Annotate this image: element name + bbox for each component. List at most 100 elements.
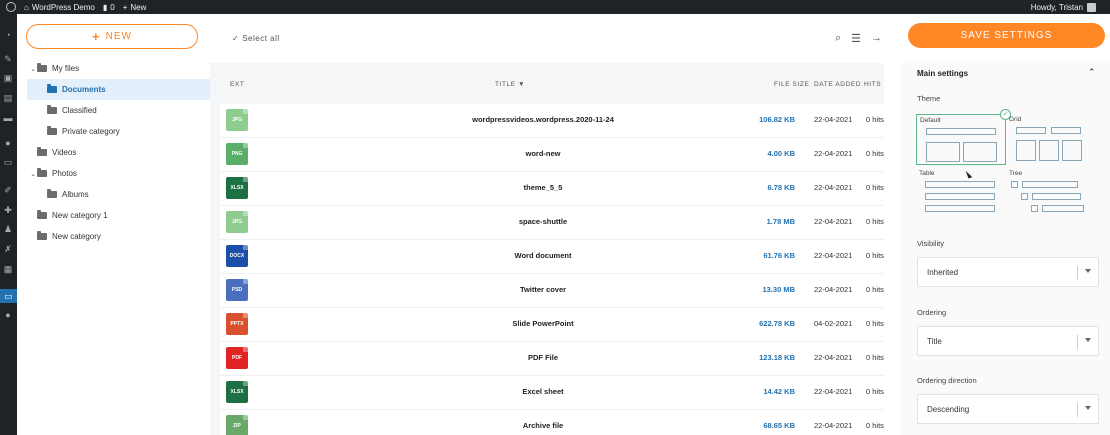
folder-icon[interactable]: ▭ — [3, 157, 13, 167]
file-title: Twitter cover — [519, 285, 567, 294]
user-account-menu[interactable]: Howdy, Tristan — [1031, 0, 1096, 14]
folder-icon — [37, 63, 47, 72]
tree-item[interactable]: ⌄ Photos — [27, 163, 213, 184]
theme-tree[interactable]: Tree — [1006, 168, 1096, 219]
chevron-up-icon[interactable]: ⌃ — [1088, 67, 1096, 78]
table-row[interactable]: JPG space-shuttle 1.78 MB 22-04-2021 0 hits — [220, 206, 884, 240]
pages-icon[interactable]: ▤ — [3, 93, 13, 103]
theme-table[interactable]: Table — [916, 168, 1006, 219]
table-row[interactable]: ZIP Archive file 68.65 KB 22-04-2021 0 hits — [220, 410, 884, 435]
file-type-icon: PSD — [226, 279, 248, 301]
tree-item[interactable]: Classified — [27, 100, 213, 121]
woocommerce-icon[interactable]: ● — [3, 138, 13, 148]
theme-grid-preview-cell-3 — [1062, 140, 1082, 161]
chevron-down-icon[interactable]: ⌄ — [29, 65, 37, 73]
save-settings-button[interactable]: SAVE SETTINGS — [908, 23, 1105, 48]
tree-item[interactable]: Albums — [27, 184, 213, 205]
visibility-select[interactable]: Inherited — [917, 257, 1099, 287]
tools-icon[interactable]: ✗ — [3, 244, 13, 254]
admin-bar: ⌂ WordPress Demo ▮ 0 + New Howdy, Trista… — [0, 0, 1110, 14]
file-hits: 0 hits — [866, 319, 884, 328]
table-row[interactable]: PSD Twitter cover 13.30 MB 22-04-2021 0 hits — [220, 274, 884, 308]
table-row[interactable]: XLSX Excel sheet 14.42 KB 22-04-2021 0 hits — [220, 376, 884, 410]
arrow-right-icon[interactable]: → — [871, 32, 882, 45]
column-hits[interactable]: HITS — [864, 81, 881, 88]
file-type-icon: XLSX — [226, 381, 248, 403]
plugins-icon[interactable]: ✚ — [3, 205, 13, 215]
file-date: 22-04-2021 — [814, 387, 853, 396]
table-row[interactable]: XLSX theme_5_5 6.78 KB 22-04-2021 0 hits — [220, 172, 884, 206]
file-hits: 0 hits — [866, 183, 884, 192]
file-hits: 0 hits — [866, 149, 884, 158]
avatar — [1087, 2, 1096, 12]
theme-grid-preview-bar-2 — [1051, 127, 1081, 134]
table-row[interactable]: PNG word-new 4.00 KB 22-04-2021 0 hits — [220, 138, 884, 172]
wordpress-logo-icon[interactable] — [6, 2, 16, 12]
appearance-icon[interactable]: ✐ — [3, 185, 13, 195]
settings-icon[interactable]: ▦ — [3, 264, 13, 274]
tree-item-label: New category — [52, 232, 101, 241]
theme-table-preview-row-1 — [925, 181, 995, 188]
select-divider — [1077, 266, 1078, 280]
search-icon[interactable]: ⌕ — [835, 32, 841, 45]
theme-default-preview-bar — [926, 128, 996, 135]
theme-grid[interactable]: Grid — [1006, 114, 1096, 165]
chevron-down-icon[interactable]: ⌄ — [29, 170, 37, 178]
plus-icon: + — [92, 28, 101, 44]
theme-tree-preview-node-1 — [1011, 181, 1018, 188]
file-date: 22-04-2021 — [814, 217, 853, 226]
tree-item-label: Photos — [52, 169, 77, 178]
tree-item[interactable]: ⌄ My files — [27, 58, 213, 79]
table-row[interactable]: PDF PDF File 123.18 KB 22-04-2021 0 hits — [220, 342, 884, 376]
theme-default-preview-left — [926, 142, 960, 162]
users-icon[interactable]: ♟ — [3, 224, 13, 234]
file-title: Word document — [514, 251, 572, 260]
tree-item[interactable]: Videos — [27, 142, 213, 163]
tree-item[interactable]: New category 1 — [27, 205, 213, 226]
plus-icon: + — [122, 2, 128, 12]
file-title: wordpressvideos.wordpress.2020-11-24 — [472, 115, 614, 124]
column-date-added[interactable]: DATE ADDED — [814, 81, 861, 88]
column-ext[interactable]: EXT — [230, 81, 244, 88]
comments-link[interactable]: ▮ 0 — [103, 3, 115, 12]
comments-icon[interactable]: ▬ — [3, 113, 13, 123]
pin-icon[interactable]: ✎ — [3, 54, 13, 64]
tree-item-label: Videos — [52, 148, 77, 157]
theme-label: Theme — [917, 94, 941, 103]
table-row[interactable]: JPG wordpressvideos.wordpress.2020-11-24 1… — [220, 104, 884, 138]
tree-item-label: My files — [52, 64, 80, 73]
filter-icon[interactable]: ☰ — [851, 32, 861, 45]
theme-grid-preview-bar-1 — [1016, 127, 1046, 134]
theme-grid-preview-cell-1 — [1016, 140, 1036, 161]
collapse-menu-icon[interactable]: ● — [3, 310, 13, 320]
file-date: 22-04-2021 — [814, 353, 853, 362]
file-size: 61.76 KB — [763, 251, 795, 260]
folder-icon — [47, 126, 57, 135]
theme-tree-preview-bar-2 — [1032, 193, 1081, 200]
media-icon[interactable]: ▣ — [3, 73, 13, 83]
tree-item-label: Albums — [62, 190, 89, 199]
ordering-direction-select[interactable]: Descending — [917, 394, 1099, 424]
tree-item[interactable]: Private category — [27, 121, 213, 142]
file-manager-icon[interactable]: ▭ — [0, 289, 17, 303]
file-hits: 0 hits — [866, 387, 884, 396]
tree-item[interactable]: New category — [27, 226, 213, 247]
table-row[interactable]: DOCX Word document 61.76 KB 22-04-2021 0 hit… — [220, 240, 884, 274]
chevron-down-icon — [1085, 269, 1091, 273]
file-title: Archive file — [522, 421, 564, 430]
column-title[interactable]: TITLE ▼ — [495, 81, 525, 88]
table-header: EXT TITLE ▼ FILE SIZE DATE ADDED HITS — [210, 63, 884, 103]
site-name-link[interactable]: ⌂ WordPress Demo — [24, 3, 95, 12]
admin-side-menu: ◔ ✎ ▣ ▤ ▬ ● ▭ ✐ ✚ ♟ ✗ ▦ ▭ ● — [0, 14, 17, 435]
new-button[interactable]: + NEW — [26, 24, 198, 49]
column-file-size[interactable]: FILE SIZE — [774, 81, 809, 88]
dashboard-icon[interactable]: ◔ — [3, 30, 13, 40]
new-content-link[interactable]: + New — [123, 3, 147, 12]
folder-icon — [47, 105, 57, 114]
theme-default[interactable]: Default ✓ — [916, 109, 1011, 165]
select-all-button[interactable]: ✓ Select all — [232, 34, 280, 43]
folder-icon — [37, 147, 47, 156]
tree-item[interactable]: Documents — [27, 79, 213, 100]
table-row[interactable]: PPTX Slide PowerPoint 622.78 KB 04-02-2021 0… — [220, 308, 884, 342]
ordering-select[interactable]: Title — [917, 326, 1099, 356]
